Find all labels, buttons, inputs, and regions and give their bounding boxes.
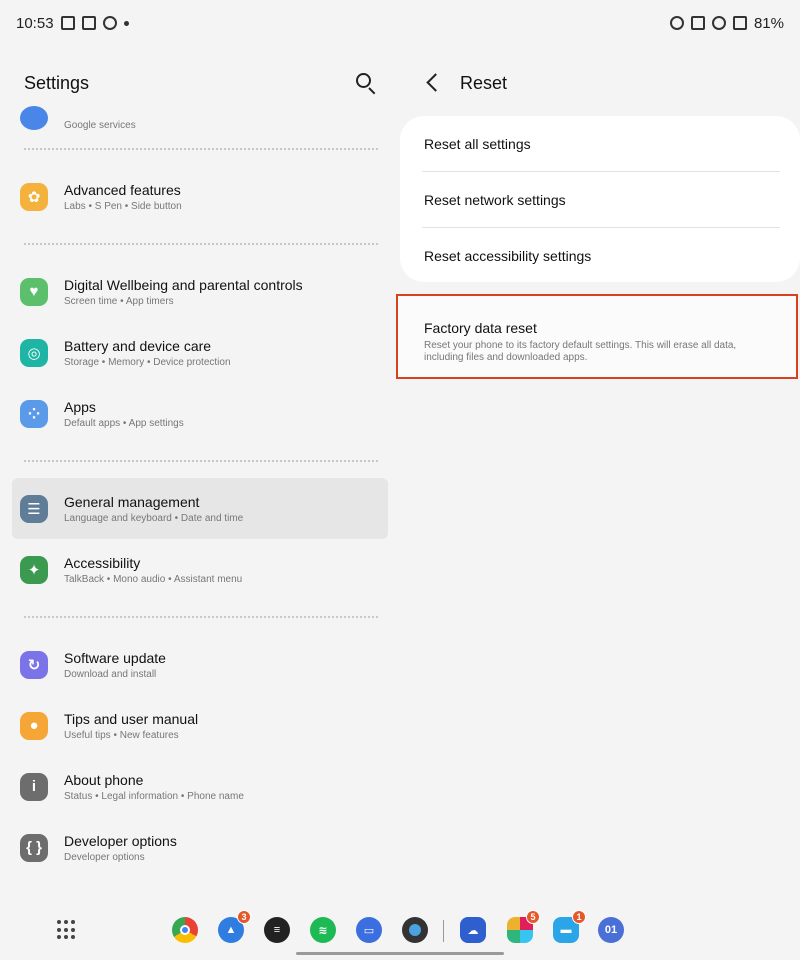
menu-item-sub: Language and keyboard • Date and time <box>64 512 244 524</box>
advanced-features-icon: ✿ <box>20 182 48 211</box>
dot-icon <box>123 20 129 26</box>
menu-item-developer-options[interactable]: { } Developer options Developer options <box>0 817 400 878</box>
menu-item-sub: Google services <box>64 120 136 131</box>
menu-item-title: Advanced features <box>64 181 181 198</box>
wellbeing-icon: ♥ <box>20 277 48 306</box>
menu-item-title: Accessibility <box>64 554 141 571</box>
reset-title: Reset <box>460 72 508 93</box>
settings-panel: Settings Google services ✿ Advanced feat… <box>0 46 400 910</box>
menu-item-sub: Download and install <box>64 668 157 680</box>
notification-badge: 5 <box>526 910 540 924</box>
reset-accessibility-settings[interactable]: Reset accessibility settings <box>400 228 800 283</box>
menu-item-google[interactable]: Google services <box>0 106 400 148</box>
reset-panel: Reset Reset all settings Reset network s… <box>396 46 800 910</box>
menu-item-sub: Default apps • App settings <box>64 417 184 429</box>
menu-item-general-management[interactable]: ☰ General management Language and keyboa… <box>12 478 388 539</box>
camera-app-icon[interactable] <box>402 917 428 943</box>
chrome-icon[interactable] <box>172 917 198 943</box>
back-arrow-icon[interactable] <box>422 72 444 94</box>
factory-data-reset[interactable]: Factory data reset Reset your phone to i… <box>396 294 798 379</box>
battery-care-icon: ◎ <box>20 338 48 367</box>
dock: ▲ 3 ≡ ≋ ▭ ☁ 5 ▬ 1 01 <box>0 910 800 960</box>
chat-app-icon[interactable]: ▬ 1 <box>553 910 586 943</box>
notification-badge: 1 <box>572 910 586 924</box>
accessibility-icon: ✦ <box>20 555 48 584</box>
gallery-icon <box>60 16 75 30</box>
spotify-icon[interactable]: ≋ <box>310 917 336 943</box>
tips-icon: ● <box>20 711 48 740</box>
menu-item-title: General management <box>64 493 200 510</box>
slack-icon[interactable]: 5 <box>507 910 540 943</box>
settings-header: Settings <box>0 46 400 120</box>
status-time: 10:53 <box>16 14 54 32</box>
menu-item-sub: Labs • S Pen • Side button <box>64 200 182 212</box>
menu-item-about-phone[interactable]: i About phone Status • Legal information… <box>0 756 400 817</box>
menu-item-apps[interactable]: ⁘ Apps Default apps • App settings <box>0 383 400 444</box>
menu-item-software-update[interactable]: ↻ Software update Download and install <box>0 634 400 695</box>
menu-item-title: Tips and user manual <box>64 710 199 727</box>
menu-item-battery[interactable]: ◎ Battery and device care Storage • Memo… <box>0 322 400 383</box>
menu-item-sub: TalkBack • Mono audio • Assistant menu <box>64 573 243 585</box>
reset-options-card: Reset all settings Reset network setting… <box>400 116 800 282</box>
alarm-icon <box>669 16 684 30</box>
developer-options-icon: { } <box>20 833 48 862</box>
menu-item-title: Digital Wellbeing and parental controls <box>64 276 303 293</box>
menu-item-accessibility[interactable]: ✦ Accessibility TalkBack • Mono audio • … <box>0 539 400 600</box>
search-icon[interactable] <box>354 71 378 95</box>
clock-app-label: 01 <box>604 924 618 936</box>
google-icon <box>20 106 48 130</box>
cloud-app-icon[interactable]: ☁ <box>460 917 486 943</box>
app-drawer-icon[interactable] <box>57 920 77 940</box>
factory-reset-title: Factory data reset <box>424 320 537 336</box>
reset-all-settings[interactable]: Reset all settings <box>400 116 800 171</box>
messages-icon[interactable]: ▭ <box>356 917 382 943</box>
navigation-app-icon[interactable]: ▲ 3 <box>218 910 251 943</box>
clock-app-icon[interactable]: 01 <box>598 917 624 943</box>
about-phone-icon: i <box>20 772 48 801</box>
battery-level: 81% <box>753 14 784 32</box>
status-right: 81% <box>669 14 784 32</box>
record-icon <box>102 16 117 30</box>
home-indicator[interactable] <box>296 952 504 955</box>
software-update-icon: ↻ <box>20 650 48 679</box>
general-management-icon: ☰ <box>20 494 48 523</box>
menu-item-title: Software update <box>64 649 166 666</box>
wifi-icon <box>711 16 726 30</box>
reset-header: Reset <box>400 46 800 120</box>
menu-item-tips[interactable]: ● Tips and user manual Useful tips • New… <box>0 695 400 756</box>
menu-item-sub: Screen time • App timers <box>64 295 174 307</box>
menu-item-title: Apps <box>64 398 96 415</box>
calendar-icon <box>81 16 96 30</box>
menu-item-sub: Storage • Memory • Device protection <box>64 356 231 368</box>
notification-badge: 3 <box>237 910 251 924</box>
mute-icon <box>690 16 705 30</box>
menu-item-advanced-features[interactable]: ✿ Advanced features Labs • S Pen • Side … <box>0 166 400 227</box>
menu-item-title: Developer options <box>64 832 177 849</box>
menu-item-digital-wellbeing[interactable]: ♥ Digital Wellbeing and parental control… <box>0 261 400 322</box>
signal-icon <box>732 16 747 30</box>
menu-item-sub: Developer options <box>64 851 145 863</box>
factory-reset-description: Reset your phone to its factory default … <box>424 340 737 363</box>
menu-item-title: About phone <box>64 771 144 788</box>
headphones-app-icon[interactable]: ≡ <box>264 917 290 943</box>
reset-network-settings[interactable]: Reset network settings <box>400 172 800 227</box>
menu-item-sub: Status • Legal information • Phone name <box>64 790 244 802</box>
status-left: 10:53 <box>16 15 129 32</box>
status-bar: 10:53 81% <box>0 0 800 46</box>
page-title: Settings <box>24 72 90 93</box>
apps-icon: ⁘ <box>20 399 48 428</box>
menu-item-title: Battery and device care <box>64 337 212 354</box>
menu-item-sub: Useful tips • New features <box>64 729 179 741</box>
dock-separator <box>443 920 444 942</box>
